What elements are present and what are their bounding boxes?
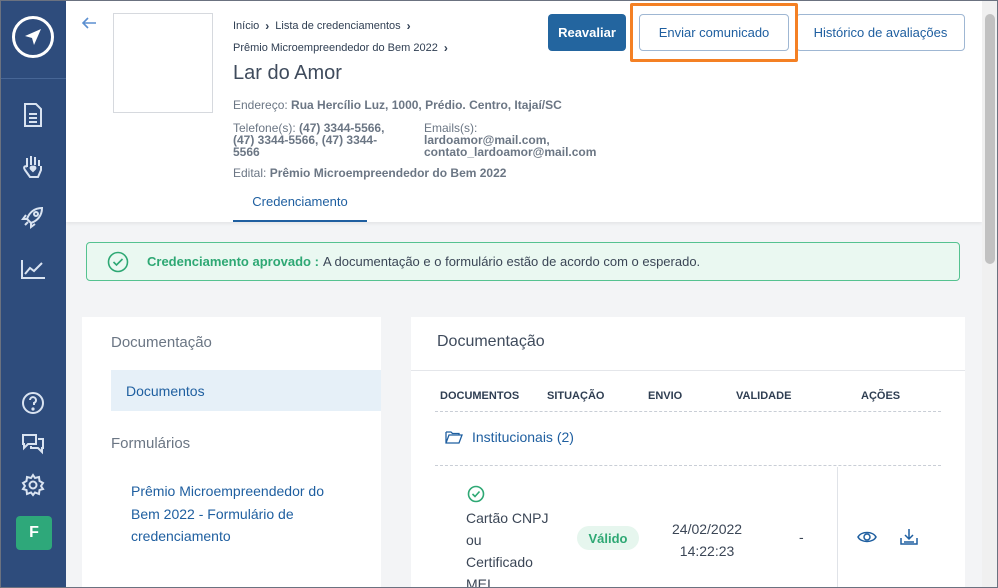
rocket-icon[interactable]: [19, 203, 47, 231]
form-link-line3: credenciamento: [131, 528, 231, 544]
documents-panel: Documentação DOCUMENTOS SITUAÇÃO ENVIO V…: [411, 317, 965, 588]
folder-row[interactable]: Institucionais (2): [445, 429, 574, 445]
breadcrumb: Início › Lista de credenciamentos ›: [233, 19, 411, 33]
doc-name-line3: Certificado: [466, 554, 533, 570]
logo-icon[interactable]: [12, 16, 54, 58]
doc-name-line4: MEI: [466, 576, 491, 588]
form-link-line2: Bem 2022 - Formulário de: [131, 505, 294, 522]
gear-icon[interactable]: [19, 471, 47, 499]
address-label: Endereço:: [233, 98, 288, 112]
address-value: Rua Hercílio Luz, 1000, Prédio. Centro, …: [291, 98, 562, 112]
col-header-acoes: AÇÕES: [861, 390, 901, 402]
form-link-line1: Prêmio Microempreendedor do: [131, 483, 324, 499]
reavaliar-button[interactable]: Reavaliar: [548, 14, 626, 51]
sidebar: F: [0, 0, 66, 588]
eye-icon[interactable]: [857, 527, 877, 547]
doc-name-line1: Cartão CNPJ: [466, 510, 549, 526]
form-link[interactable]: Prêmio Microempreendedor do Bem 2022 - F…: [131, 480, 361, 548]
panel-title: Documentação: [437, 333, 545, 350]
edital-value: Prêmio Microempreendedor do Bem 2022: [269, 166, 507, 180]
folder-divider: [435, 465, 941, 466]
nav-item-documentos[interactable]: Documentos: [111, 370, 381, 411]
chat-icon[interactable]: [19, 429, 47, 457]
phone-line3: 5566: [233, 145, 260, 159]
folder-label: Institucionais (2): [472, 429, 574, 445]
phone-block: Telefone(s): (47) 3344-5566, (47) 3344-5…: [233, 122, 403, 158]
check-circle-icon: [467, 485, 485, 503]
header-divider: [435, 411, 941, 412]
check-circle-icon: [107, 251, 129, 272]
document-icon[interactable]: [19, 101, 47, 129]
status-badge: Válido: [577, 526, 639, 550]
sidebar-divider: [0, 78, 66, 79]
entity-photo: [113, 13, 213, 113]
chart-icon[interactable]: [19, 255, 47, 283]
col-header-validade: VALIDADE: [736, 390, 792, 402]
folder-open-icon: [445, 431, 463, 444]
breadcrumb-home[interactable]: Início: [233, 20, 259, 32]
doc-name: Cartão CNPJ ou Certificado MEI: [466, 507, 548, 588]
alert-title: Credenciamento aprovado :: [147, 254, 319, 269]
tab-credenciamento[interactable]: Credenciamento: [233, 186, 367, 222]
sent-time: 14:22:23: [679, 543, 735, 559]
breadcrumb-current[interactable]: Prêmio Microempreendedor do Bem 2022: [233, 42, 438, 54]
chevron-right-icon: ›: [406, 19, 411, 33]
email-block: Emails(s): lardoamor@mail.com, contato_l…: [424, 122, 596, 158]
sent-datetime: 24/02/2022 14:22:23: [672, 518, 742, 562]
section-nav-panel: Documentação Documentos Formulários Prêm…: [82, 317, 381, 588]
doc-name-line2: ou: [466, 532, 482, 548]
chevron-right-icon: ›: [265, 19, 270, 33]
forms-heading: Formulários: [111, 435, 191, 452]
address-line: Endereço: Rua Hercílio Luz, 1000, Prédio…: [233, 99, 562, 111]
highlight-box: [630, 3, 798, 62]
col-header-situacao: SITUAÇÃO: [547, 390, 605, 402]
doc-heading: Documentação: [111, 334, 212, 351]
edital-label: Edital:: [233, 166, 267, 180]
column-divider: [837, 467, 838, 588]
validity-value: -: [799, 529, 804, 545]
col-header-envio: ENVIO: [648, 390, 683, 402]
entity-header: Início › Lista de credenciamentos › Prêm…: [66, 0, 982, 222]
breadcrumb-list[interactable]: Lista de credenciamentos: [275, 20, 400, 32]
email-line2: contato_lardoamor@mail.com: [424, 145, 597, 159]
col-header-documentos: DOCUMENTOS: [440, 390, 520, 402]
hand-heart-icon[interactable]: [19, 152, 47, 180]
historico-avaliacoes-button[interactable]: Histórico de avaliações: [796, 14, 965, 51]
approval-alert: Credenciamento aprovado : A documentação…: [86, 242, 960, 281]
panel-divider: [411, 370, 965, 371]
breadcrumb-current-row: Prêmio Microempreendedor do Bem 2022 ›: [233, 41, 448, 55]
scrollbar-thumb[interactable]: [985, 14, 995, 264]
sent-date: 24/02/2022: [672, 521, 743, 537]
alert-message: A documentação e o formulário estão de a…: [322, 254, 701, 269]
vertical-scrollbar[interactable]: [982, 0, 998, 588]
download-icon[interactable]: [899, 527, 919, 547]
page-title: Lar do Amor: [233, 62, 342, 84]
edital-line: Edital: Prêmio Microempreendedor do Bem …: [233, 167, 506, 179]
help-icon[interactable]: [19, 389, 47, 417]
user-avatar[interactable]: F: [16, 516, 52, 550]
chevron-right-icon: ›: [443, 41, 448, 55]
back-arrow-icon[interactable]: [80, 14, 98, 32]
